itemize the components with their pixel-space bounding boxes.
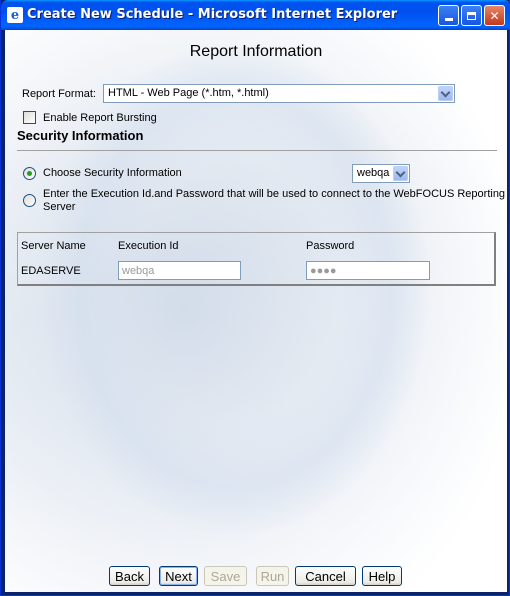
server-name-value: EDASERVE [21, 265, 81, 277]
browser-window: e Create New Schedule - Microsoft Intern… [0, 0, 510, 596]
enable-bursting-label: Enable Report Bursting [43, 112, 157, 124]
next-button[interactable]: Next [159, 566, 198, 586]
back-button[interactable]: Back [109, 566, 150, 586]
minimize-button[interactable] [438, 5, 459, 26]
cancel-button[interactable]: Cancel [295, 566, 356, 586]
window-title: Create New Schedule - Microsoft Internet… [27, 7, 398, 22]
title-bar: e Create New Schedule - Microsoft Intern… [1, 0, 510, 30]
maximize-icon [467, 11, 476, 20]
col-header-password: Password [306, 240, 355, 252]
choose-security-radio[interactable] [23, 167, 36, 180]
enable-bursting-checkbox[interactable] [23, 111, 36, 124]
security-user-dropdown-button[interactable] [393, 166, 408, 181]
ie-page-icon: e [7, 7, 23, 23]
report-format-value: HTML - Web Page (*.htm, *.html) [108, 87, 269, 99]
report-format-label: Report Format: [22, 88, 96, 100]
chevron-down-icon [440, 87, 451, 97]
minimize-icon [444, 17, 453, 21]
chevron-down-icon [395, 167, 406, 177]
report-format-select[interactable]: HTML - Web Page (*.htm, *.html) [103, 84, 455, 103]
enter-credentials-radio[interactable] [23, 194, 36, 207]
close-button[interactable]: ✕ [484, 5, 505, 26]
help-button[interactable]: Help [362, 566, 402, 586]
enter-credentials-label-line2: Server [43, 201, 76, 213]
save-button[interactable]: Save [204, 566, 247, 586]
execution-id-value: webqa [122, 265, 155, 277]
dialog-content: Report Information Report Format: HTML -… [5, 30, 507, 592]
choose-security-label: Choose Security Information [43, 167, 182, 179]
col-header-execution-id: Execution Id [118, 240, 179, 252]
page-title: Report Information [189, 43, 323, 60]
security-user-value: webqa [357, 167, 390, 179]
security-heading: Security Information [17, 128, 144, 143]
enter-credentials-label-line1: Enter the Execution Id.and Password that… [43, 188, 506, 200]
password-field[interactable]: ●●●● [306, 261, 430, 280]
col-header-server-name: Server Name [21, 240, 86, 252]
section-divider [17, 150, 497, 151]
report-format-dropdown-button[interactable] [438, 86, 453, 101]
execution-id-field[interactable]: webqa [118, 261, 241, 280]
security-user-select[interactable]: webqa [352, 164, 410, 183]
run-button[interactable]: Run [256, 566, 289, 586]
password-value: ●●●● [310, 265, 337, 277]
close-icon: ✕ [489, 8, 500, 23]
maximize-button[interactable] [461, 5, 482, 26]
